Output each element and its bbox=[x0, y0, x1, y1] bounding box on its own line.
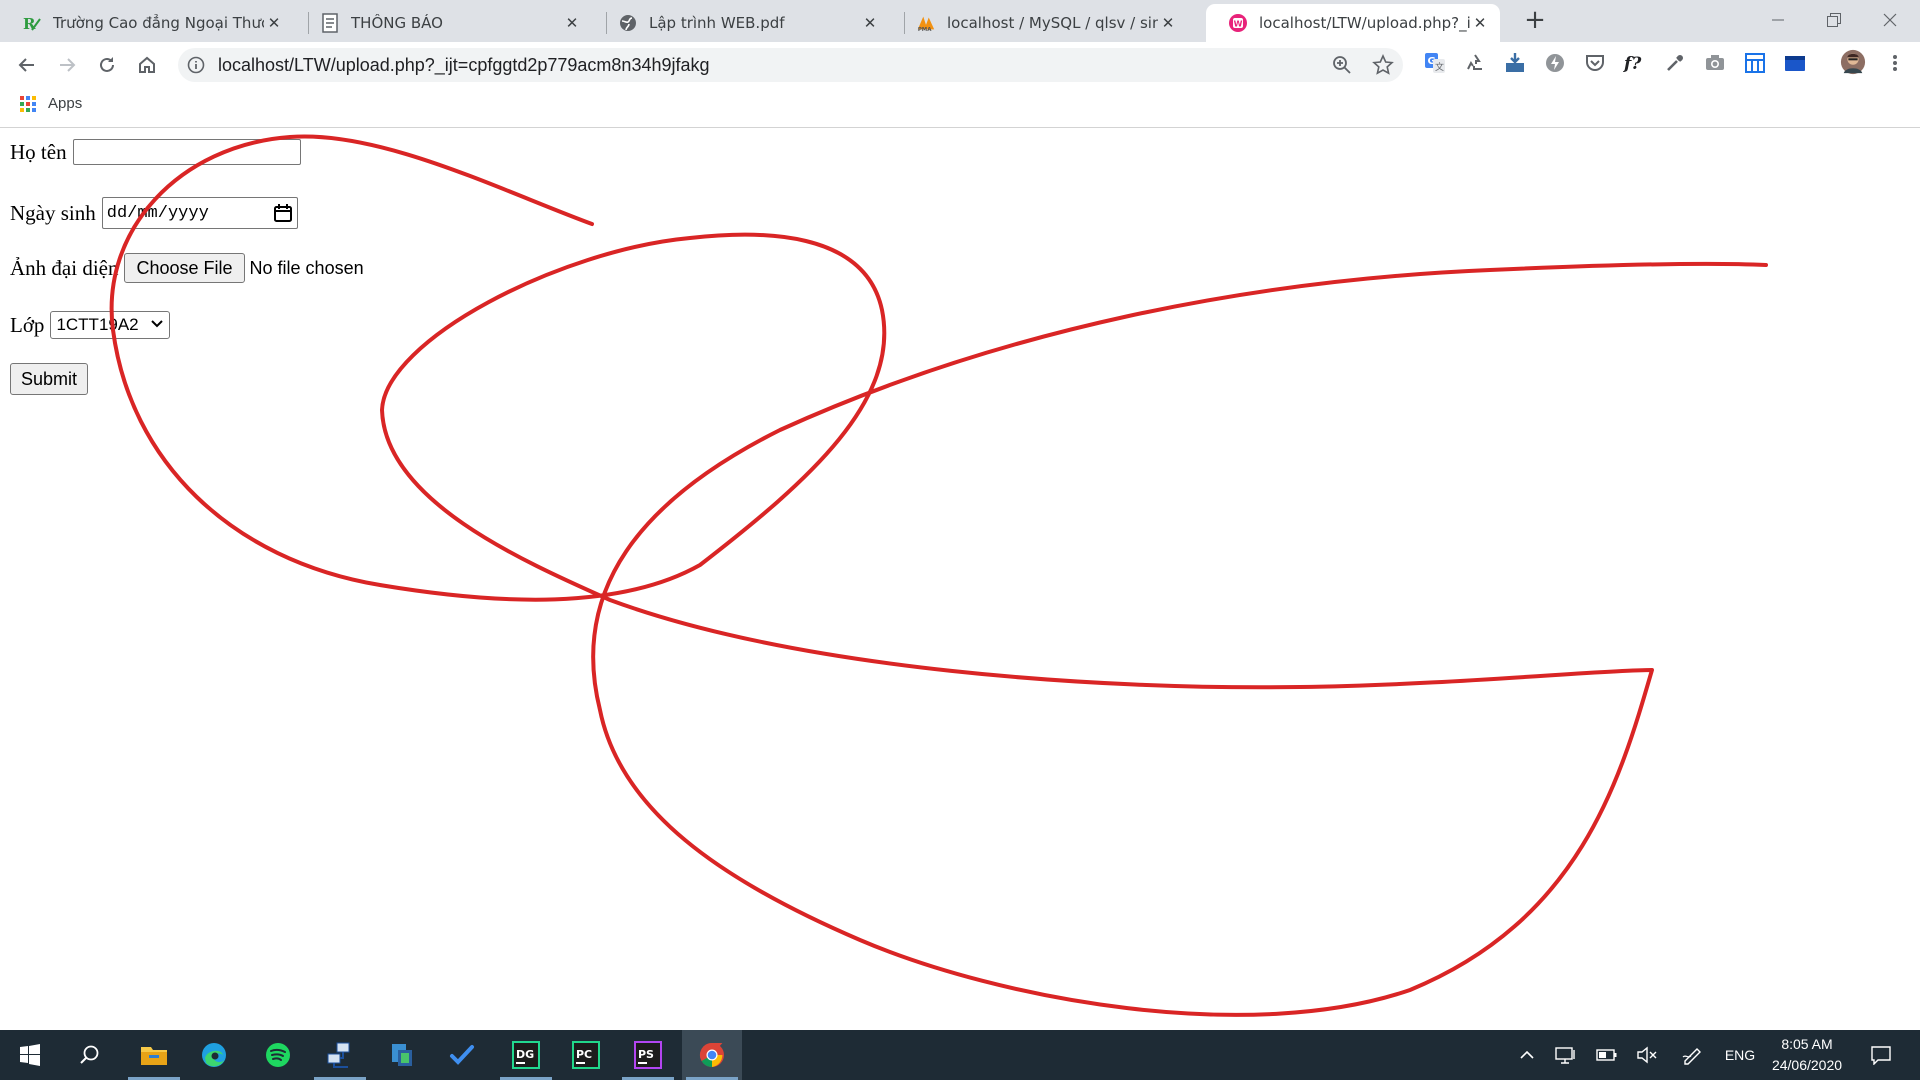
system-clock[interactable]: 8:05 AM 24/06/2020 bbox=[1757, 1034, 1857, 1076]
back-icon[interactable] bbox=[12, 50, 42, 80]
avatar-label: Ảnh đại diện bbox=[10, 255, 119, 280]
zoom-icon[interactable] bbox=[1332, 55, 1352, 79]
svg-text:DG: DG bbox=[516, 1048, 534, 1061]
windows-taskbar: DG PC PS ENG 8:05 AM 24/06/2020 bbox=[0, 1030, 1920, 1080]
svg-text:PS: PS bbox=[638, 1048, 654, 1061]
pen-ink-icon[interactable] bbox=[1678, 1030, 1706, 1080]
school-logo-icon: R bbox=[22, 13, 42, 33]
calendar-icon[interactable] bbox=[273, 203, 293, 229]
chrome-menu-icon[interactable] bbox=[1882, 50, 1908, 76]
show-hidden-icons-icon[interactable] bbox=[1514, 1030, 1540, 1080]
choose-file-button[interactable]: Choose File bbox=[124, 253, 245, 283]
close-tab-icon[interactable]: ✕ bbox=[562, 14, 582, 32]
pycharm-icon[interactable]: PC bbox=[556, 1030, 616, 1080]
tab-phpmyadmin[interactable]: PMA localhost / MySQL / qlsv / sinh_viên… bbox=[894, 4, 1188, 42]
svg-text:PC: PC bbox=[576, 1048, 592, 1061]
pocket-icon[interactable] bbox=[1582, 50, 1608, 76]
forward-icon[interactable] bbox=[52, 50, 82, 80]
dob-input[interactable]: dd/mm/yyyy bbox=[101, 197, 298, 229]
svg-text:R: R bbox=[23, 15, 36, 33]
close-tab-icon[interactable]: ✕ bbox=[860, 14, 880, 32]
webstorm-icon: W bbox=[1228, 13, 1248, 33]
address-bar[interactable]: localhost/LTW/upload.php?_ijt=cpfggtd2p7… bbox=[178, 48, 1403, 82]
url-text[interactable]: localhost/LTW/upload.php?_ijt=cpfggtd2p7… bbox=[218, 55, 710, 76]
clock-date: 24/06/2020 bbox=[1771, 1057, 1843, 1073]
svg-text:文: 文 bbox=[1435, 61, 1444, 73]
class-select[interactable]: 1CTT19A2 bbox=[50, 311, 171, 339]
volume-muted-icon[interactable] bbox=[1634, 1030, 1660, 1080]
name-row: Họ tên bbox=[10, 139, 301, 165]
bookmarks-bar: Apps bbox=[0, 88, 1920, 128]
avatar-row: Ảnh đại diện Choose File No file chosen bbox=[10, 253, 364, 283]
battery-icon[interactable] bbox=[1594, 1030, 1620, 1080]
tab-upload-active[interactable]: W localhost/LTW/upload.php?_ijt=cpfggtd2… bbox=[1206, 4, 1500, 42]
globe-icon bbox=[618, 13, 638, 33]
reload-icon[interactable] bbox=[92, 50, 122, 80]
search-icon[interactable] bbox=[60, 1030, 120, 1080]
bolt-icon[interactable] bbox=[1542, 50, 1568, 76]
browser-toolbar: localhost/LTW/upload.php?_ijt=cpfggtd2p7… bbox=[0, 42, 1920, 88]
todo-check-icon[interactable] bbox=[432, 1030, 492, 1080]
language-indicator[interactable]: ENG bbox=[1722, 1030, 1758, 1080]
document-icon bbox=[320, 13, 340, 33]
file-explorer-icon[interactable] bbox=[124, 1030, 184, 1080]
blue-extension-icon[interactable] bbox=[1782, 50, 1808, 76]
close-window-icon[interactable] bbox=[1862, 0, 1918, 40]
datagrip-icon[interactable]: DG bbox=[496, 1030, 556, 1080]
class-row: Lớp 1CTT19A2 bbox=[10, 311, 171, 339]
notification-center-icon[interactable] bbox=[1864, 1030, 1898, 1080]
tab-pdf[interactable]: Lập trình WEB.pdf ✕ bbox=[596, 4, 890, 42]
edge-icon[interactable] bbox=[184, 1030, 244, 1080]
name-input[interactable] bbox=[72, 139, 301, 165]
file-status: No file chosen bbox=[249, 257, 364, 278]
dob-label: Ngày sinh bbox=[10, 200, 96, 225]
spotify-icon[interactable] bbox=[248, 1030, 308, 1080]
close-tab-icon[interactable]: ✕ bbox=[264, 14, 284, 32]
windows-start-icon[interactable] bbox=[0, 1030, 60, 1080]
clock-time: 8:05 AM bbox=[1781, 1036, 1833, 1052]
home-icon[interactable] bbox=[132, 50, 162, 80]
grid-extension-icon[interactable] bbox=[1742, 50, 1768, 76]
phpstorm-icon[interactable]: PS bbox=[618, 1030, 678, 1080]
submit-row: Submit bbox=[10, 363, 89, 395]
apps-shortcut[interactable]: Apps bbox=[20, 95, 82, 112]
apps-label: Apps bbox=[48, 95, 83, 112]
svg-text:PMA: PMA bbox=[918, 27, 932, 33]
site-info-icon[interactable] bbox=[186, 55, 206, 79]
dob-placeholder: dd/mm/yyyy bbox=[106, 203, 209, 223]
new-tab-button[interactable]: + bbox=[1520, 6, 1550, 36]
apps-grid-icon bbox=[20, 95, 36, 112]
dob-row: Ngày sinh dd/mm/yyyy bbox=[10, 197, 298, 229]
tab-strip: R Trường Cao đẳng Ngoại Thương ✕ THÔNG B… bbox=[0, 0, 1920, 42]
bookmark-star-icon[interactable] bbox=[1372, 54, 1394, 80]
camera-icon[interactable] bbox=[1702, 50, 1728, 76]
close-tab-icon[interactable]: ✕ bbox=[1470, 14, 1490, 32]
close-tab-icon[interactable]: ✕ bbox=[1158, 14, 1178, 32]
name-label: Họ tên bbox=[10, 139, 67, 164]
network-icon[interactable] bbox=[1552, 1030, 1580, 1080]
svg-text:W: W bbox=[1234, 20, 1243, 29]
page-content: Họ tên Ngày sinh dd/mm/yyyy Ảnh đại diện… bbox=[0, 129, 1920, 1030]
tab-school[interactable]: R Trường Cao đẳng Ngoại Thương ✕ bbox=[0, 4, 294, 42]
profile-avatar[interactable] bbox=[1840, 49, 1866, 75]
phpmyadmin-icon: PMA bbox=[916, 13, 936, 33]
class-selected-value: 1CTT19A2 bbox=[56, 315, 139, 334]
inbox-download-icon[interactable] bbox=[1502, 50, 1528, 76]
minimize-icon[interactable] bbox=[1750, 0, 1806, 40]
tab-thong-bao[interactable]: THÔNG BÁO ✕ bbox=[298, 4, 592, 42]
class-label: Lớp bbox=[10, 312, 45, 337]
google-translate-icon[interactable]: G文 bbox=[1422, 50, 1448, 76]
network-tool-icon[interactable] bbox=[310, 1030, 370, 1080]
restore-icon[interactable] bbox=[1806, 0, 1862, 40]
formula-icon[interactable]: f? bbox=[1622, 50, 1648, 76]
submit-button[interactable]: Submit bbox=[10, 363, 89, 395]
recycle-icon[interactable] bbox=[1462, 50, 1488, 76]
office-tool-icon[interactable] bbox=[372, 1030, 432, 1080]
chrome-icon[interactable] bbox=[682, 1030, 742, 1080]
chevron-down-icon bbox=[150, 316, 164, 336]
svg-text:f?: f? bbox=[1623, 54, 1642, 74]
eyedropper-icon[interactable] bbox=[1662, 50, 1688, 76]
